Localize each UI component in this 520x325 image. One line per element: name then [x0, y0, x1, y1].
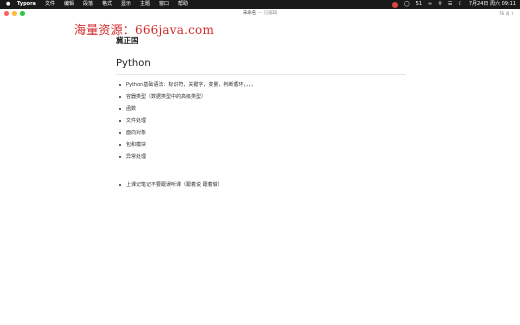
menu-bar: ● Typora 文件 编辑 段落 格式 显示 主题 窗口 帮助 ◯ 51 ≈ …: [0, 0, 520, 9]
app-menus: Typora 文件 编辑 段落 格式 显示 主题 窗口 帮助: [17, 0, 188, 9]
list-item: 包和模块: [116, 139, 256, 151]
menu-edit[interactable]: 编辑: [64, 0, 74, 9]
list-item: 异常处理: [116, 151, 256, 163]
control-center-icon[interactable]: ☰: [448, 0, 452, 9]
topic-list: Python基础语法：标识符，关键字，变量，判断循环，，，， 容器类型（数据类型…: [116, 79, 256, 163]
window-title: 未命名 — 已编辑: [0, 10, 520, 18]
record-icon[interactable]: [392, 1, 399, 8]
clock-datetime[interactable]: 7月24日 周六 09:11: [469, 0, 516, 9]
menu-paragraph[interactable]: 段落: [83, 0, 93, 9]
menu-theme[interactable]: 主题: [140, 0, 150, 9]
wifi-icon[interactable]: ≈: [428, 0, 432, 9]
word-count[interactable]: 76 词 ↑: [499, 10, 514, 18]
watermark-text: 海量资源：666java.com: [74, 23, 215, 37]
window-title-edited: — 已编辑: [257, 11, 278, 16]
list-item: 上课记笔记不要跟误听课（跟着说 跟着做）: [116, 179, 223, 191]
list-item: 文件处理: [116, 115, 256, 127]
window-titlebar: 未命名 — 已编辑 76 词 ↑: [0, 9, 520, 19]
heading-divider: [116, 74, 406, 75]
menu-file[interactable]: 文件: [45, 0, 55, 9]
window-title-name: 未命名: [242, 11, 257, 16]
list-item: 面向对象: [116, 127, 256, 139]
status-area: ◯ 51 ≈ ⚲ ☰ ☾ 7月24日 周六 09:11: [392, 0, 516, 9]
menu-app-name[interactable]: Typora: [17, 0, 36, 9]
menu-format[interactable]: 格式: [102, 0, 112, 9]
menu-help[interactable]: 帮助: [178, 0, 188, 9]
section-heading: Python: [116, 58, 151, 69]
list-item: Python基础语法：标识符，关键字，变量，判断循环，，，，: [116, 79, 256, 91]
moon-icon[interactable]: ☾: [458, 0, 462, 9]
note-list: 上课记笔记不要跟误听课（跟着说 跟着做）: [116, 179, 223, 191]
list-item: 容器类型（数据类型中的高级类型）: [116, 91, 256, 103]
search-icon[interactable]: ⚲: [438, 0, 442, 9]
list-item: 函数: [116, 103, 256, 115]
status-count: 51: [415, 1, 423, 7]
menu-view[interactable]: 显示: [121, 0, 131, 9]
apple-icon[interactable]: ●: [6, 1, 10, 8]
author-name: 冀正国: [116, 36, 139, 45]
notification-icon[interactable]: ◯: [404, 0, 410, 9]
menu-window[interactable]: 窗口: [159, 0, 169, 9]
